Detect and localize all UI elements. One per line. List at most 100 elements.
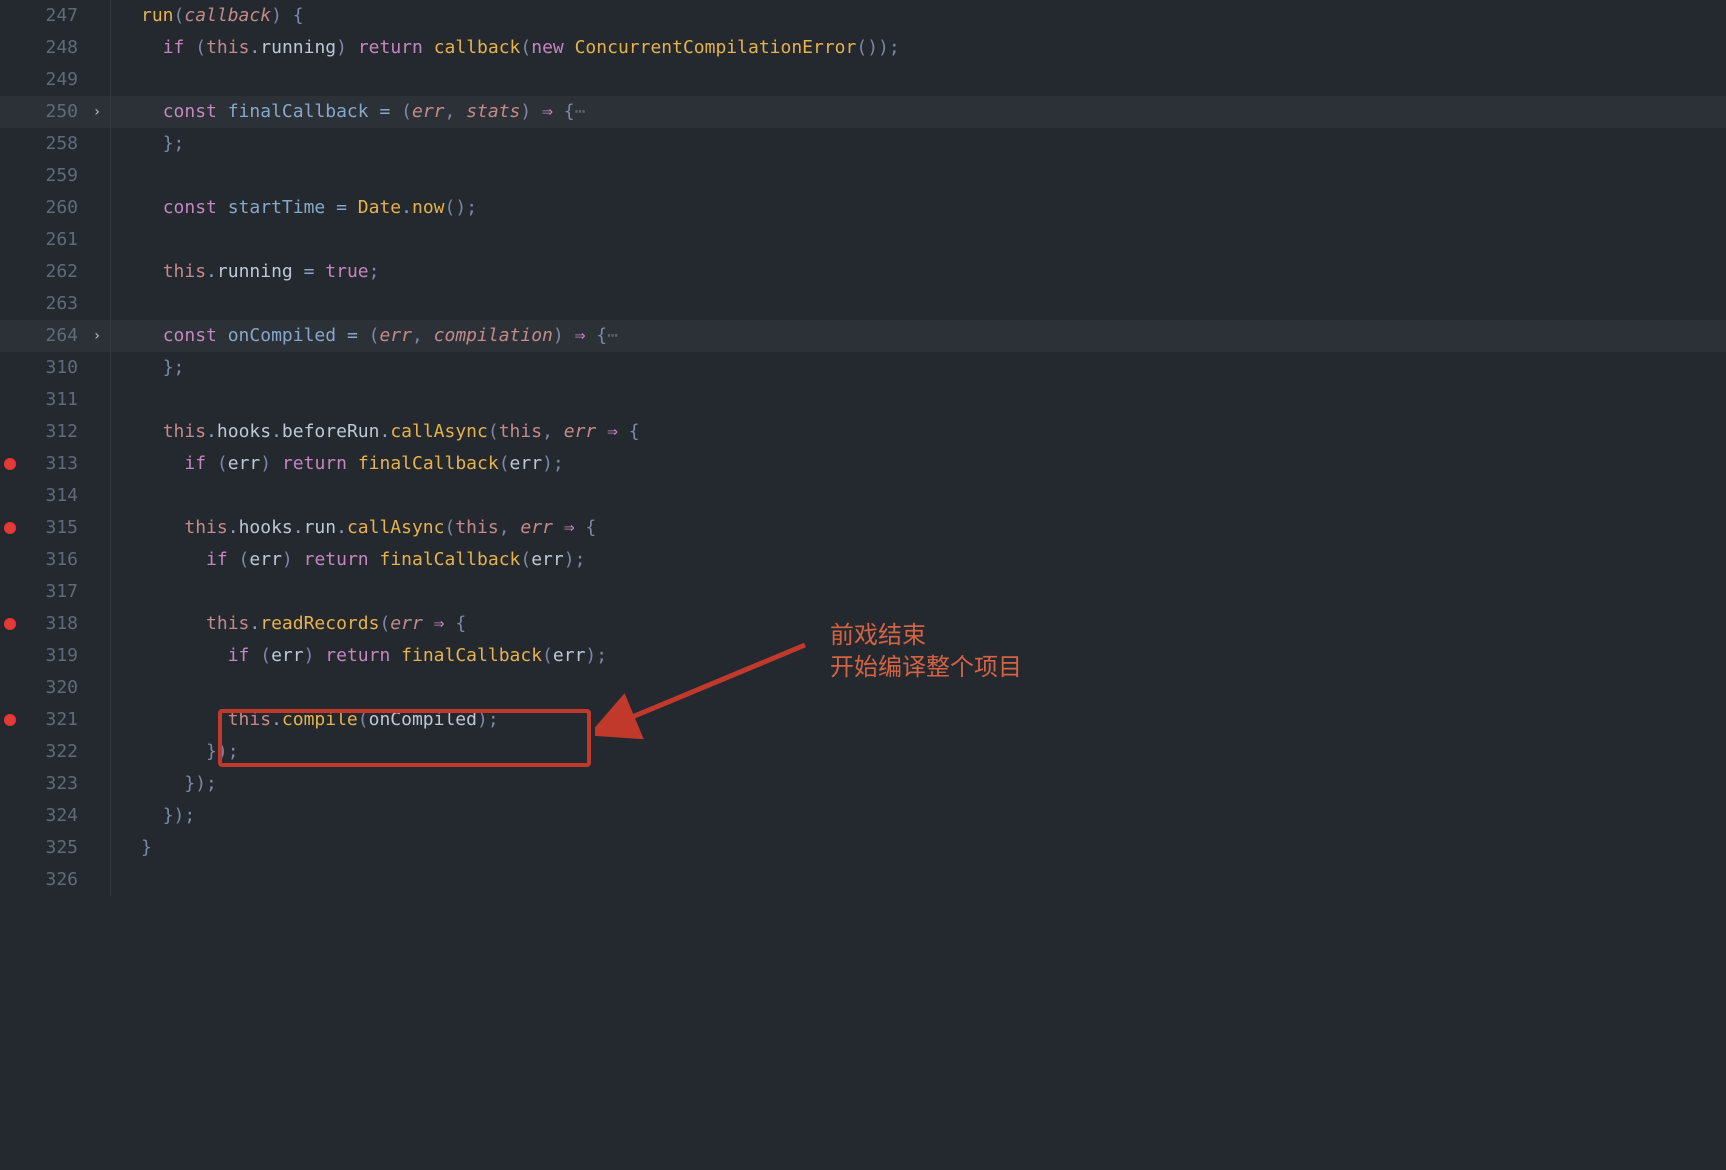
breakpoint-gutter[interactable] bbox=[0, 192, 20, 224]
token-br: }); bbox=[163, 805, 196, 826]
code-content[interactable]: } bbox=[111, 832, 152, 864]
code-line[interactable]: 259 bbox=[0, 160, 1726, 192]
code-content[interactable]: }); bbox=[111, 736, 239, 768]
code-content[interactable] bbox=[111, 160, 141, 192]
code-line[interactable]: 325} bbox=[0, 832, 1726, 864]
token-br: ( bbox=[206, 453, 228, 474]
line-number: 263 bbox=[20, 288, 84, 320]
breakpoint-gutter[interactable] bbox=[0, 256, 20, 288]
code-content[interactable] bbox=[111, 480, 141, 512]
code-line[interactable]: 316 if (err) return finalCallback(err); bbox=[0, 544, 1726, 576]
breakpoint-gutter[interactable] bbox=[0, 576, 20, 608]
breakpoint-gutter[interactable] bbox=[0, 160, 20, 192]
code-content[interactable]: this.hooks.run.callAsync(this, err ⇒ { bbox=[111, 512, 596, 544]
code-content[interactable] bbox=[111, 672, 141, 704]
breakpoint-gutter[interactable] bbox=[0, 384, 20, 416]
breakpoint-gutter[interactable] bbox=[0, 480, 20, 512]
code-line[interactable]: 320 bbox=[0, 672, 1726, 704]
token-id bbox=[141, 741, 206, 762]
code-line[interactable]: 312 this.hooks.beforeRun.callAsync(this,… bbox=[0, 416, 1726, 448]
chevron-right-icon[interactable]: › bbox=[93, 96, 101, 128]
code-content[interactable]: }; bbox=[111, 128, 184, 160]
breakpoint-gutter[interactable] bbox=[0, 0, 20, 32]
code-content[interactable]: const startTime = Date.now(); bbox=[111, 192, 477, 224]
breakpoint-gutter[interactable] bbox=[0, 224, 20, 256]
chevron-right-icon[interactable]: › bbox=[93, 320, 101, 352]
code-line[interactable]: 260 const startTime = Date.now(); bbox=[0, 192, 1726, 224]
code-line[interactable]: 319 if (err) return finalCallback(err); bbox=[0, 640, 1726, 672]
breakpoint-gutter[interactable] bbox=[0, 96, 20, 128]
code-content[interactable]: this.compile(onCompiled); bbox=[111, 704, 499, 736]
code-content[interactable]: }); bbox=[111, 768, 217, 800]
breakpoint-gutter[interactable] bbox=[0, 320, 20, 352]
code-line[interactable]: 311 bbox=[0, 384, 1726, 416]
breakpoint-gutter[interactable] bbox=[0, 768, 20, 800]
breakpoint-gutter[interactable] bbox=[0, 128, 20, 160]
code-line[interactable]: 313 if (err) return finalCallback(err); bbox=[0, 448, 1726, 480]
code-content[interactable]: }; bbox=[111, 352, 184, 384]
code-line[interactable]: 258 }; bbox=[0, 128, 1726, 160]
code-content[interactable] bbox=[111, 384, 141, 416]
code-line[interactable]: 317 bbox=[0, 576, 1726, 608]
breakpoint-icon[interactable] bbox=[4, 458, 16, 470]
breakpoint-gutter[interactable] bbox=[0, 800, 20, 832]
code-line[interactable]: 247run(callback) { bbox=[0, 0, 1726, 32]
code-content[interactable] bbox=[111, 864, 141, 896]
code-content[interactable]: if (err) return finalCallback(err); bbox=[111, 640, 607, 672]
fold-gutter[interactable]: › bbox=[84, 320, 111, 352]
breakpoint-gutter[interactable] bbox=[0, 640, 20, 672]
breakpoint-icon[interactable] bbox=[4, 522, 16, 534]
code-line[interactable]: 261 bbox=[0, 224, 1726, 256]
code-content[interactable]: run(callback) { bbox=[111, 0, 304, 32]
breakpoint-gutter[interactable] bbox=[0, 416, 20, 448]
code-content[interactable]: if (err) return finalCallback(err); bbox=[111, 544, 585, 576]
code-line[interactable]: 264› const onCompiled = (err, compilatio… bbox=[0, 320, 1726, 352]
code-content[interactable]: this.hooks.beforeRun.callAsync(this, err… bbox=[111, 416, 640, 448]
breakpoint-gutter[interactable] bbox=[0, 864, 20, 896]
code-content[interactable] bbox=[111, 576, 141, 608]
code-line[interactable]: 314 bbox=[0, 480, 1726, 512]
breakpoint-gutter[interactable] bbox=[0, 64, 20, 96]
breakpoint-gutter[interactable] bbox=[0, 736, 20, 768]
code-line[interactable]: 250› const finalCallback = (err, stats) … bbox=[0, 96, 1726, 128]
code-line[interactable]: 322 }); bbox=[0, 736, 1726, 768]
code-content[interactable] bbox=[111, 288, 141, 320]
code-line[interactable]: 263 bbox=[0, 288, 1726, 320]
code-line[interactable]: 321 this.compile(onCompiled); bbox=[0, 704, 1726, 736]
code-line[interactable]: 315 this.hooks.run.callAsync(this, err ⇒… bbox=[0, 512, 1726, 544]
code-line[interactable]: 262 this.running = true; bbox=[0, 256, 1726, 288]
breakpoint-gutter[interactable] bbox=[0, 704, 20, 736]
code-line[interactable]: 326 bbox=[0, 864, 1726, 896]
code-line[interactable]: 249 bbox=[0, 64, 1726, 96]
breakpoint-gutter[interactable] bbox=[0, 544, 20, 576]
code-content[interactable]: if (this.running) return callback(new Co… bbox=[111, 32, 900, 64]
code-content[interactable]: const finalCallback = (err, stats) ⇒ {⋯ bbox=[111, 96, 585, 128]
code-line[interactable]: 318 this.readRecords(err ⇒ { bbox=[0, 608, 1726, 640]
code-line[interactable]: 324 }); bbox=[0, 800, 1726, 832]
fold-gutter bbox=[84, 544, 111, 576]
breakpoint-gutter[interactable] bbox=[0, 352, 20, 384]
breakpoint-icon[interactable] bbox=[4, 714, 16, 726]
code-content[interactable] bbox=[111, 64, 141, 96]
code-content[interactable] bbox=[111, 224, 141, 256]
breakpoint-gutter[interactable] bbox=[0, 512, 20, 544]
breakpoint-gutter[interactable] bbox=[0, 608, 20, 640]
fold-gutter[interactable]: › bbox=[84, 96, 111, 128]
code-line[interactable]: 323 }); bbox=[0, 768, 1726, 800]
breakpoint-gutter[interactable] bbox=[0, 448, 20, 480]
breakpoint-gutter[interactable] bbox=[0, 672, 20, 704]
breakpoint-gutter[interactable] bbox=[0, 288, 20, 320]
code-content[interactable]: const onCompiled = (err, compilation) ⇒ … bbox=[111, 320, 618, 352]
code-editor[interactable]: 247run(callback) {248 if (this.running) … bbox=[0, 0, 1726, 896]
code-content[interactable]: this.running = true; bbox=[111, 256, 379, 288]
code-line[interactable]: 248 if (this.running) return callback(ne… bbox=[0, 32, 1726, 64]
breakpoint-icon[interactable] bbox=[4, 618, 16, 630]
code-content[interactable]: }); bbox=[111, 800, 195, 832]
breakpoint-gutter[interactable] bbox=[0, 832, 20, 864]
code-line[interactable]: 310 }; bbox=[0, 352, 1726, 384]
breakpoint-gutter[interactable] bbox=[0, 32, 20, 64]
token-id bbox=[141, 549, 206, 570]
code-content[interactable]: if (err) return finalCallback(err); bbox=[111, 448, 564, 480]
code-content[interactable]: this.readRecords(err ⇒ { bbox=[111, 608, 466, 640]
fold-gutter bbox=[84, 800, 111, 832]
